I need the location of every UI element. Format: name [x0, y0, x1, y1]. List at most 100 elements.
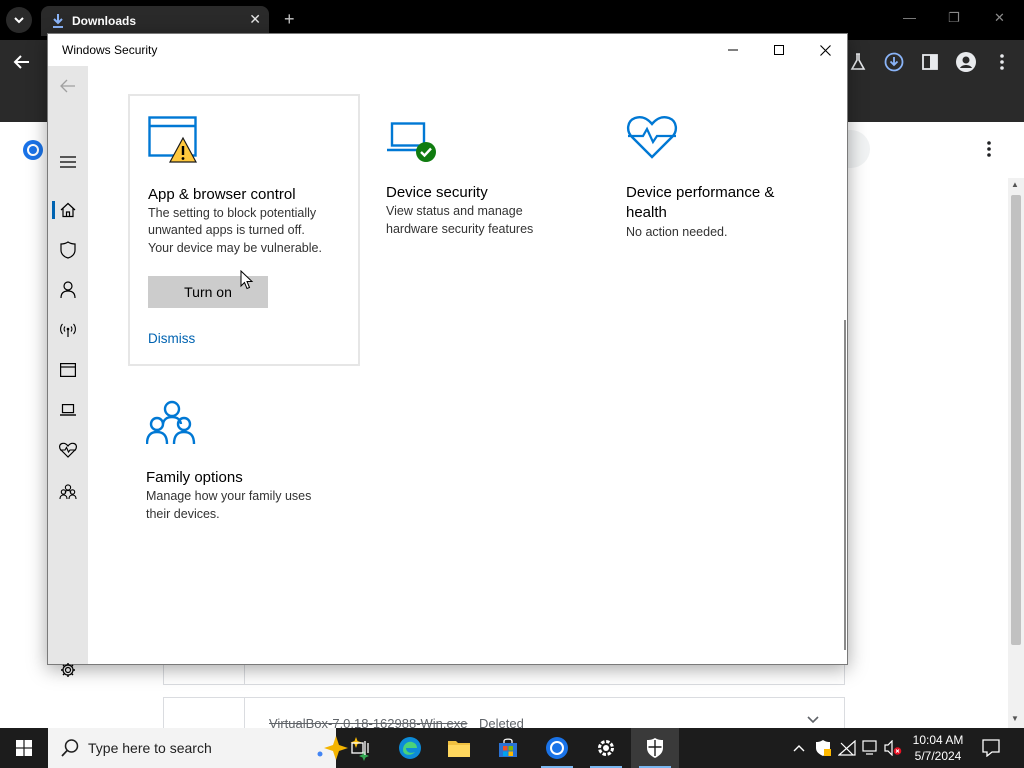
browser-close-button[interactable]: ✕ — [994, 10, 1005, 26]
show-hidden-icons-chevron-icon[interactable] — [790, 739, 808, 757]
card-title: Family options — [146, 469, 243, 486]
antenna-icon — [60, 323, 76, 337]
task-view-icon — [351, 741, 369, 755]
card-family-options[interactable]: Family options Manage how your family us… — [128, 376, 360, 616]
page-scroll-thumb[interactable] — [1011, 195, 1021, 645]
card-title: health — [626, 204, 667, 221]
chevron-down-icon — [14, 17, 24, 24]
shield-icon — [60, 241, 76, 259]
scroll-up-icon[interactable]: ▲ — [1011, 180, 1019, 189]
start-button[interactable] — [0, 728, 48, 768]
search-placeholder: Type here to search — [88, 740, 212, 756]
taskbar-windows-security[interactable] — [631, 728, 679, 768]
browser-restore-button[interactable]: ❐ — [948, 10, 960, 26]
laptop-icon — [60, 404, 76, 416]
notification-icon[interactable] — [982, 739, 1000, 757]
taskbar-store[interactable] — [484, 728, 532, 768]
menu-icon[interactable] — [992, 52, 1012, 72]
home-content: App & browser control The setting to blo… — [88, 66, 847, 664]
window-scrollbar-thumb[interactable] — [844, 320, 846, 650]
store-icon — [499, 738, 517, 757]
dismiss-link[interactable]: Dismiss — [148, 331, 195, 346]
clock-time: 10:04 AM — [912, 733, 964, 747]
search-icon — [61, 739, 79, 757]
minimize-button[interactable] — [710, 34, 756, 66]
card-description-line: their devices. — [146, 507, 220, 521]
windows-security-window: Windows Security App & browser control T… — [47, 33, 848, 677]
clock-date: 5/7/2024 — [914, 749, 962, 763]
back-arrow-icon[interactable] — [12, 52, 32, 72]
nav-menu-button[interactable] — [48, 146, 88, 178]
new-tab-button[interactable]: + — [284, 9, 295, 29]
mouse-cursor-icon — [240, 270, 254, 290]
tray-shield-icon[interactable] — [814, 739, 832, 757]
taskbar: Type here to search 10:04 AM 5/7/2024 — [0, 728, 1024, 768]
navigation-sidebar — [48, 66, 88, 677]
heart-pulse-icon — [59, 442, 77, 458]
side-panel-icon[interactable] — [920, 52, 940, 72]
family-icon — [146, 400, 196, 445]
tab-close-icon[interactable]: ✕ — [249, 11, 261, 28]
nav-back-button[interactable] — [48, 70, 88, 102]
more-options-icon[interactable] — [984, 140, 994, 158]
chrome-logo-icon — [23, 140, 43, 160]
windows-logo-icon — [16, 740, 32, 756]
download-icon[interactable] — [884, 52, 904, 72]
card-title: Device security — [386, 184, 488, 201]
tab-title: Downloads — [72, 14, 137, 28]
clock[interactable]: 10:04 AM 5/7/2024 — [900, 732, 976, 764]
card-description-line: The setting to block potentially — [148, 206, 317, 220]
nav-family-options[interactable] — [48, 476, 88, 508]
browser-minimize-button[interactable]: — — [903, 10, 916, 25]
minimize-icon — [728, 49, 738, 51]
browser-window-icon — [60, 363, 76, 377]
settings-icon — [598, 740, 614, 756]
window-titlebar[interactable]: Windows Security — [48, 34, 847, 66]
gear-icon — [61, 663, 75, 677]
taskbar-file-explorer[interactable] — [435, 728, 483, 768]
tab-search-button[interactable] — [6, 7, 32, 33]
card-description-line: Manage how your family uses — [146, 489, 312, 503]
back-arrow-icon — [60, 79, 75, 93]
tab-downloads[interactable]: Downloads ✕ — [41, 6, 269, 36]
taskbar-search-box[interactable]: Type here to search — [48, 728, 369, 768]
taskbar-chrome[interactable] — [533, 728, 581, 768]
card-app-browser-control[interactable]: App & browser control The setting to blo… — [128, 94, 360, 366]
person-icon — [60, 281, 76, 299]
taskbar-settings[interactable] — [582, 728, 630, 768]
home-icon — [60, 202, 76, 218]
close-icon — [819, 44, 831, 56]
nav-firewall[interactable] — [48, 314, 88, 346]
card-description-line: View status and manage — [386, 204, 523, 218]
windows-security-icon — [647, 738, 663, 758]
nav-app-browser-control[interactable] — [48, 354, 88, 386]
heart-pulse-icon — [627, 115, 677, 159]
nav-settings[interactable] — [48, 654, 88, 686]
profile-icon[interactable] — [956, 52, 976, 72]
network-icon[interactable] — [838, 739, 856, 757]
nav-account-protection[interactable] — [48, 274, 88, 306]
laptop-check-icon — [387, 122, 436, 162]
window-title: Windows Security — [62, 43, 158, 57]
card-title: App & browser control — [148, 186, 296, 203]
display-icon[interactable] — [862, 739, 880, 757]
taskbar-task-view[interactable] — [336, 728, 384, 768]
browser-warning-icon — [148, 116, 198, 163]
nav-home[interactable] — [48, 194, 88, 226]
card-device-performance[interactable]: Device performance & health No action ne… — [608, 94, 838, 364]
nav-device-performance[interactable] — [48, 434, 88, 466]
close-button[interactable] — [802, 34, 848, 66]
chrome-icon — [546, 737, 568, 759]
nav-virus-protection[interactable] — [48, 234, 88, 266]
card-title: Device performance & — [626, 184, 775, 201]
taskbar-edge[interactable] — [386, 728, 434, 768]
labs-flask-icon[interactable] — [848, 52, 868, 72]
scroll-down-icon[interactable]: ▼ — [1011, 714, 1019, 723]
file-explorer-icon — [448, 741, 470, 757]
hamburger-icon — [60, 156, 76, 168]
card-description-line: unwanted apps is turned off. — [148, 223, 305, 237]
maximize-button[interactable] — [756, 34, 802, 66]
nav-device-security[interactable] — [48, 394, 88, 426]
card-device-security[interactable]: Device security View status and manage h… — [368, 94, 598, 364]
chevron-down-icon[interactable] — [806, 715, 820, 725]
